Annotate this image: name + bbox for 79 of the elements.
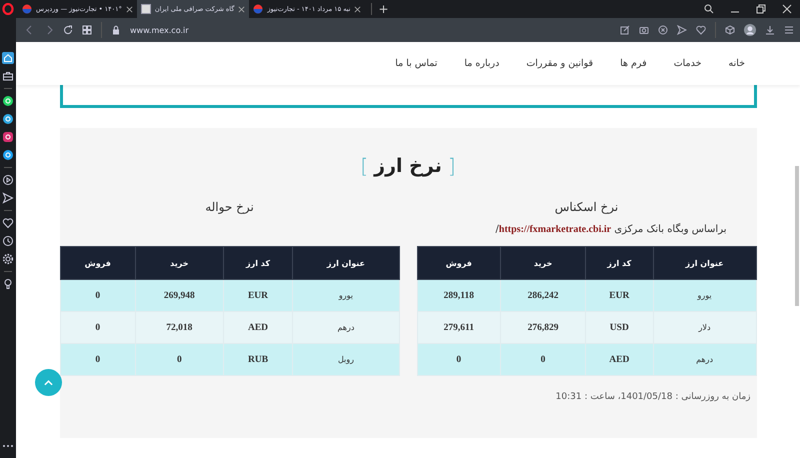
- table-cell: 0: [60, 312, 136, 344]
- column-header: خرید: [500, 246, 586, 280]
- table-heading: نرخ اسکناس: [554, 200, 620, 216]
- table-cell: 276,829: [500, 312, 586, 344]
- table-cell: 0: [136, 344, 224, 376]
- table-cell: USD: [585, 312, 654, 344]
- table-cell: 0: [60, 280, 136, 312]
- heart-icon[interactable]: [2, 217, 14, 229]
- column-header: کد ارز: [585, 246, 654, 280]
- table-cell: EUR: [585, 280, 654, 312]
- site-icon: [22, 4, 32, 14]
- close-icon[interactable]: [782, 4, 792, 14]
- restore-icon[interactable]: [756, 4, 766, 14]
- column-header: خرید: [136, 246, 224, 280]
- table-cell: 0: [500, 344, 586, 376]
- heart-icon[interactable]: [696, 25, 706, 35]
- bracket: ]: [448, 154, 456, 178]
- search-icon[interactable]: [704, 4, 714, 14]
- address-field[interactable]: www.mex.co.ir: [130, 26, 188, 34]
- grid-icon[interactable]: [82, 25, 92, 35]
- section-title: نرخ ارز: [374, 155, 442, 177]
- play-icon[interactable]: [2, 174, 14, 186]
- table-cell: 72,018: [136, 312, 224, 344]
- table-cell: 286,242: [500, 280, 586, 312]
- table-cell: AED: [223, 312, 293, 344]
- clock-icon[interactable]: [2, 235, 14, 247]
- table-heading: نرخ حواله: [204, 200, 255, 216]
- chevron-up-icon: [44, 380, 53, 386]
- browser-logo-icon[interactable]: [2, 3, 14, 15]
- table-cell: 0: [60, 344, 136, 376]
- site-icon: [253, 4, 264, 14]
- nav-link[interactable]: قوانین و مقررات: [526, 58, 594, 69]
- gear-icon[interactable]: [2, 253, 14, 265]
- edit-icon[interactable]: [620, 25, 630, 35]
- table-cell: EUR: [223, 280, 293, 312]
- column-header: عنوان ارز: [653, 246, 756, 280]
- table-cell: روبل: [292, 344, 399, 376]
- table-cell: 279,611: [417, 312, 501, 344]
- table-cell: یورو: [653, 280, 756, 312]
- send-icon[interactable]: [677, 25, 687, 35]
- column-header: فروش: [60, 246, 136, 280]
- block-icon[interactable]: [658, 25, 668, 35]
- nav-link[interactable]: فرم ها: [620, 58, 647, 69]
- table-cell: 269,948: [136, 280, 224, 312]
- column-header: کد ارز: [223, 246, 293, 280]
- bracket: [: [360, 154, 368, 178]
- column-header: عنوان ارز: [292, 246, 399, 280]
- close-icon[interactable]: [354, 6, 362, 12]
- table-cell: دلار: [653, 312, 756, 344]
- source-link[interactable]: https://fxmarketrate.cbi.ir: [498, 224, 612, 235]
- nav-link[interactable]: خدمات: [674, 58, 702, 69]
- nav-link[interactable]: تماس با ما: [395, 58, 438, 69]
- download-icon[interactable]: [765, 25, 775, 35]
- avatar-icon[interactable]: [744, 24, 756, 36]
- close-icon[interactable]: [126, 6, 133, 12]
- table-cell: یورو: [292, 280, 399, 312]
- table-cell: 289,118: [417, 280, 501, 312]
- update-time: زمان به روزرسانی : 1401/05/18، ساعت : 10:31: [554, 392, 752, 402]
- table-cell: درهم: [653, 344, 756, 376]
- bulb-icon[interactable]: [2, 278, 14, 290]
- send-icon[interactable]: [2, 192, 14, 204]
- nav-link[interactable]: درباره ما: [464, 58, 500, 69]
- cube-icon[interactable]: [725, 25, 735, 35]
- table-cell: RUB: [223, 344, 293, 376]
- table-cell: 0: [417, 344, 501, 376]
- lock-icon: [111, 25, 121, 35]
- camera-icon[interactable]: [639, 25, 649, 35]
- new-tab-button[interactable]: +: [371, 3, 389, 15]
- table-cell: AED: [585, 344, 654, 376]
- nav-link[interactable]: خانه: [728, 58, 745, 69]
- briefcase-icon[interactable]: [2, 70, 14, 82]
- close-icon[interactable]: [238, 6, 246, 12]
- home-icon[interactable]: [2, 52, 14, 64]
- site-icon: [140, 4, 151, 14]
- reload-icon[interactable]: [63, 25, 73, 35]
- settings-icon[interactable]: [784, 25, 794, 35]
- column-header: فروش: [417, 246, 501, 280]
- scrollbar[interactable]: [795, 166, 799, 306]
- table-cell: درهم: [292, 312, 399, 344]
